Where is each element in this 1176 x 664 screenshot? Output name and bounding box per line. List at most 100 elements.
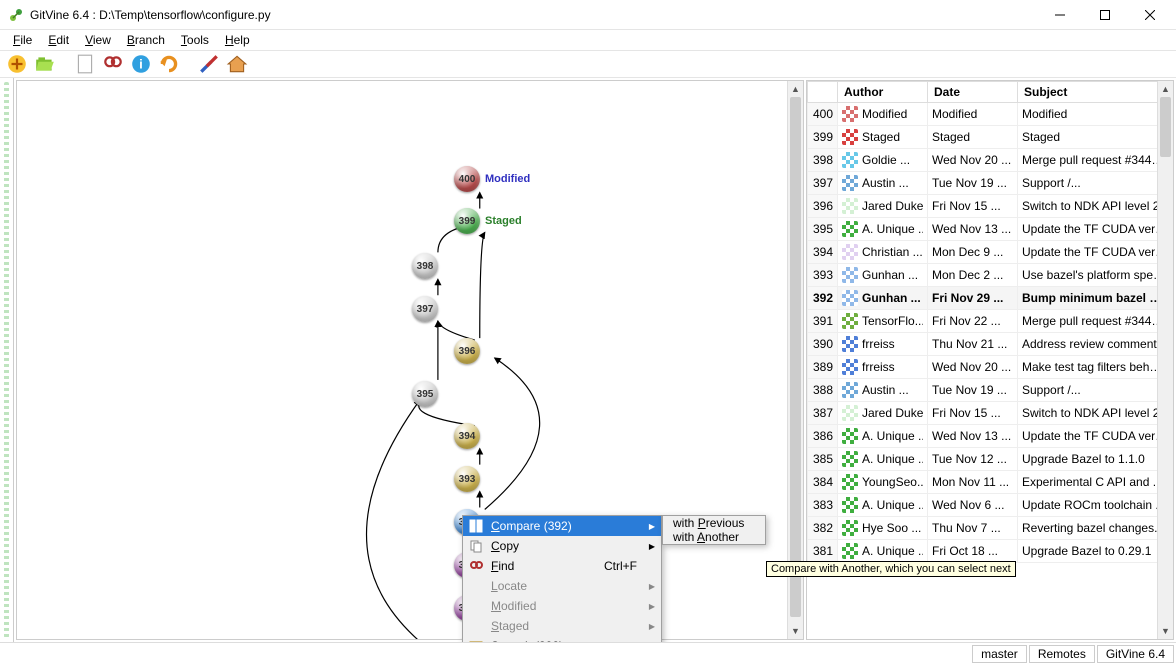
- author-name: A. Unique ...: [862, 429, 923, 443]
- table-row[interactable]: 382Hye Soo ...Thu Nov 7 ...Reverting baz…: [808, 517, 1173, 540]
- status-version[interactable]: GitVine 6.4: [1097, 645, 1174, 663]
- context-menu-label: Copy: [491, 539, 519, 553]
- menu-view[interactable]: View: [78, 32, 118, 48]
- graph-pane[interactable]: 400Modified399Staged39839739639539439339…: [16, 80, 804, 640]
- table-row[interactable]: 400ModifiedModifiedModified: [808, 103, 1173, 126]
- commit-node-394[interactable]: 394: [454, 423, 480, 449]
- toolbar-info-icon[interactable]: i: [130, 53, 152, 75]
- author-name: Gunhan ...: [862, 291, 921, 305]
- avatar: [842, 175, 858, 191]
- author-name: Jared Duke: [862, 406, 923, 420]
- toolbar-new-icon[interactable]: [6, 53, 28, 75]
- toolbar-home-icon[interactable]: [226, 53, 248, 75]
- context-menu-item[interactable]: FindCtrl+F: [463, 556, 661, 576]
- context-menu-label: Squash (392): [491, 639, 563, 642]
- avatar: [842, 152, 858, 168]
- toolbar: i: [0, 50, 1176, 78]
- col-author[interactable]: Author: [838, 82, 928, 103]
- table-row[interactable]: 395A. Unique ...Wed Nov 13 ...Update the…: [808, 218, 1173, 241]
- window-buttons: [1037, 1, 1172, 29]
- table-row[interactable]: 397Austin ...Tue Nov 19 ...Support /...: [808, 172, 1173, 195]
- status-remotes[interactable]: Remotes: [1029, 645, 1095, 663]
- table-row[interactable]: 398Goldie ...Wed Nov 20 ...Merge pull re…: [808, 149, 1173, 172]
- menu-tools[interactable]: Tools: [174, 32, 216, 48]
- table-row[interactable]: 393Gunhan ...Mon Dec 2 ...Use bazel's pl…: [808, 264, 1173, 287]
- table-row[interactable]: 391TensorFlo...Fri Nov 22 ...Merge pull …: [808, 310, 1173, 333]
- table-row[interactable]: 386A. Unique ...Wed Nov 13 ...Update the…: [808, 425, 1173, 448]
- toolbar-find-icon[interactable]: [102, 53, 124, 75]
- author-name: A. Unique ...: [862, 222, 923, 236]
- left-gutter[interactable]: [0, 78, 14, 642]
- menu-branch[interactable]: Branch: [120, 32, 172, 48]
- menu-help[interactable]: Help: [218, 32, 257, 48]
- menu-edit[interactable]: Edit: [41, 32, 76, 48]
- table-row[interactable]: 389frreissWed Nov 20 ...Make test tag fi…: [808, 356, 1173, 379]
- context-menu-item: Modified▶: [463, 596, 661, 616]
- author-name: Modified: [862, 107, 907, 121]
- menubar: File Edit View Branch Tools Help: [0, 30, 1176, 50]
- context-menu[interactable]: Compare (392)▶Copy▶FindCtrl+FLocate▶Modi…: [462, 515, 662, 642]
- table-row[interactable]: 388Austin ...Tue Nov 19 ...Support /...: [808, 379, 1173, 402]
- context-submenu[interactable]: with Previouswith Another: [662, 515, 766, 545]
- author-name: frreiss: [862, 337, 895, 351]
- author-name: Jared Duke: [862, 199, 923, 213]
- commits-pane: Author Date Subject 400ModifiedModifiedM…: [806, 80, 1174, 640]
- commit-node-395[interactable]: 395: [412, 381, 438, 407]
- table-row[interactable]: 385A. Unique ...Tue Nov 12 ...Upgrade Ba…: [808, 448, 1173, 471]
- commit-node-399[interactable]: 399: [454, 208, 480, 234]
- submenu-label: with Another: [673, 530, 739, 544]
- toolbar-redo-icon[interactable]: [158, 53, 180, 75]
- commit-node-396[interactable]: 396: [454, 338, 480, 364]
- author-name: Austin ...: [862, 176, 909, 190]
- col-num[interactable]: [808, 82, 838, 103]
- col-subject[interactable]: Subject: [1018, 82, 1173, 103]
- toolbar-page-icon[interactable]: [74, 53, 96, 75]
- statusbar: master Remotes GitVine 6.4: [0, 642, 1176, 664]
- avatar: [842, 428, 858, 444]
- avatar: [842, 198, 858, 214]
- submenu-arrow-icon: ▶: [649, 622, 655, 631]
- table-row[interactable]: 392Gunhan ...Fri Nov 29 ...Bump minimum …: [808, 287, 1173, 310]
- commit-node-400[interactable]: 400: [454, 166, 480, 192]
- avatar: [842, 313, 858, 329]
- context-menu-item[interactable]: Compare (392)▶: [463, 516, 661, 536]
- submenu-item[interactable]: with Another: [663, 530, 765, 544]
- table-row[interactable]: 396Jared DukeFri Nov 15 ...Switch to NDK…: [808, 195, 1173, 218]
- context-menu-item[interactable]: Copy ▶: [463, 536, 661, 556]
- window-title: GitVine 6.4 : D:\Temp\tensorflow\configu…: [30, 8, 1037, 22]
- graph-scrollbar[interactable]: ▲ ▼: [787, 81, 803, 639]
- table-row[interactable]: 394Christian ...Mon Dec 9 ...Update the …: [808, 241, 1173, 264]
- table-row[interactable]: 383A. Unique ...Wed Nov 6 ...Update ROCm…: [808, 494, 1173, 517]
- author-name: Austin ...: [862, 383, 909, 397]
- minimize-button[interactable]: [1037, 1, 1082, 29]
- avatar: [842, 497, 858, 513]
- commits-table[interactable]: Author Date Subject 400ModifiedModifiedM…: [807, 81, 1173, 563]
- status-master[interactable]: master: [972, 645, 1027, 663]
- context-menu-label: Find: [491, 559, 514, 573]
- table-row[interactable]: 399StagedStagedStaged: [808, 126, 1173, 149]
- commit-node-397[interactable]: 397: [412, 296, 438, 322]
- toolbar-open-icon[interactable]: [34, 53, 56, 75]
- table-row[interactable]: 390frreissThu Nov 21 ...Address review c…: [808, 333, 1173, 356]
- table-row[interactable]: 384YoungSeo...Mon Nov 11 ...Experimental…: [808, 471, 1173, 494]
- avatar: [842, 543, 858, 559]
- table-row[interactable]: 387Jared DukeFri Nov 15 ...Switch to NDK…: [808, 402, 1173, 425]
- col-date[interactable]: Date: [928, 82, 1018, 103]
- maximize-button[interactable]: [1082, 1, 1127, 29]
- commits-scrollbar[interactable]: ▲ ▼: [1157, 81, 1173, 639]
- close-button[interactable]: [1127, 1, 1172, 29]
- table-row[interactable]: 381A. Unique ...Fri Oct 18 ...Upgrade Ba…: [808, 540, 1173, 563]
- squash-icon: [467, 637, 485, 642]
- avatar: [842, 336, 858, 352]
- commit-node-393[interactable]: 393: [454, 466, 480, 492]
- avatar: [842, 359, 858, 375]
- submenu-item[interactable]: with Previous: [663, 516, 765, 530]
- svg-text:i: i: [139, 56, 143, 71]
- avatar: [842, 290, 858, 306]
- toolbar-tools-icon[interactable]: [198, 53, 220, 75]
- submenu-arrow-icon: ▶: [649, 542, 655, 551]
- context-menu-item[interactable]: Squash (392): [463, 636, 661, 642]
- menu-file[interactable]: File: [6, 32, 39, 48]
- tooltip: Compare with Another, which you can sele…: [766, 561, 1016, 577]
- commit-node-398[interactable]: 398: [412, 253, 438, 279]
